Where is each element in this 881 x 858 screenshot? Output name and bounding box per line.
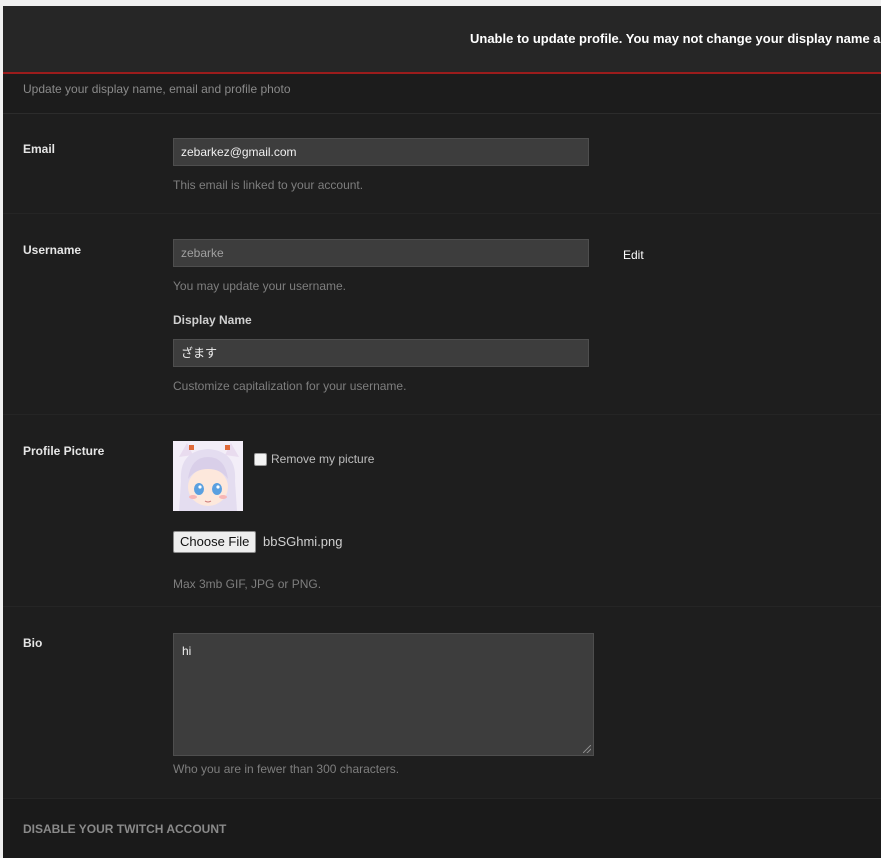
resize-handle-icon[interactable] — [583, 745, 591, 753]
display-name-label: Display Name — [173, 313, 252, 327]
error-message: Unable to update profile. You may not ch… — [470, 31, 881, 46]
bio-text: hi — [182, 644, 192, 658]
section-header: Update your display name, email and prof… — [3, 74, 881, 114]
bio-label: Bio — [23, 636, 43, 650]
settings-panel: Unable to update profile. You may not ch… — [3, 6, 881, 858]
avatar — [173, 441, 243, 511]
remove-picture-label[interactable]: Remove my picture — [271, 452, 374, 466]
username-section: Username zebarke Edit You may update you… — [3, 214, 881, 415]
bio-section: Bio hi Who you are in fewer than 300 cha… — [3, 607, 881, 799]
error-banner: Unable to update profile. You may not ch… — [3, 6, 881, 74]
profile-picture-section: Profile Picture Remove my picture Choose… — [3, 415, 881, 607]
email-field[interactable]: zebarkez@gmail.com — [173, 138, 589, 166]
username-help: You may update your username. — [173, 279, 346, 293]
username-field[interactable]: zebarke — [173, 239, 589, 267]
display-name-field[interactable]: ざます — [173, 339, 589, 367]
selected-file-name: bbSGhmi.png — [263, 534, 343, 549]
edit-username-link[interactable]: Edit — [623, 248, 644, 262]
choose-file-button[interactable]: Choose File — [173, 531, 257, 553]
disable-account-link[interactable]: DISABLE YOUR TWITCH ACCOUNT — [23, 822, 226, 836]
email-label: Email — [23, 142, 56, 156]
remove-picture-checkbox[interactable] — [254, 453, 267, 466]
bio-textarea[interactable]: hi — [173, 633, 594, 756]
display-name-help: Customize capitalization for your userna… — [173, 379, 407, 393]
bio-help: Who you are in fewer than 300 characters… — [173, 762, 400, 776]
username-label: Username — [23, 243, 82, 257]
disable-account-row: DISABLE YOUR TWITCH ACCOUNT — [3, 799, 881, 858]
email-section: Email zebarkez@gmail.com This email is l… — [3, 114, 881, 214]
profile-picture-help: Max 3mb GIF, JPG or PNG. — [173, 577, 322, 591]
profile-picture-label: Profile Picture — [23, 444, 105, 458]
email-help: This email is linked to your account. — [173, 178, 364, 192]
page-subtitle: Update your display name, email and prof… — [23, 82, 291, 96]
